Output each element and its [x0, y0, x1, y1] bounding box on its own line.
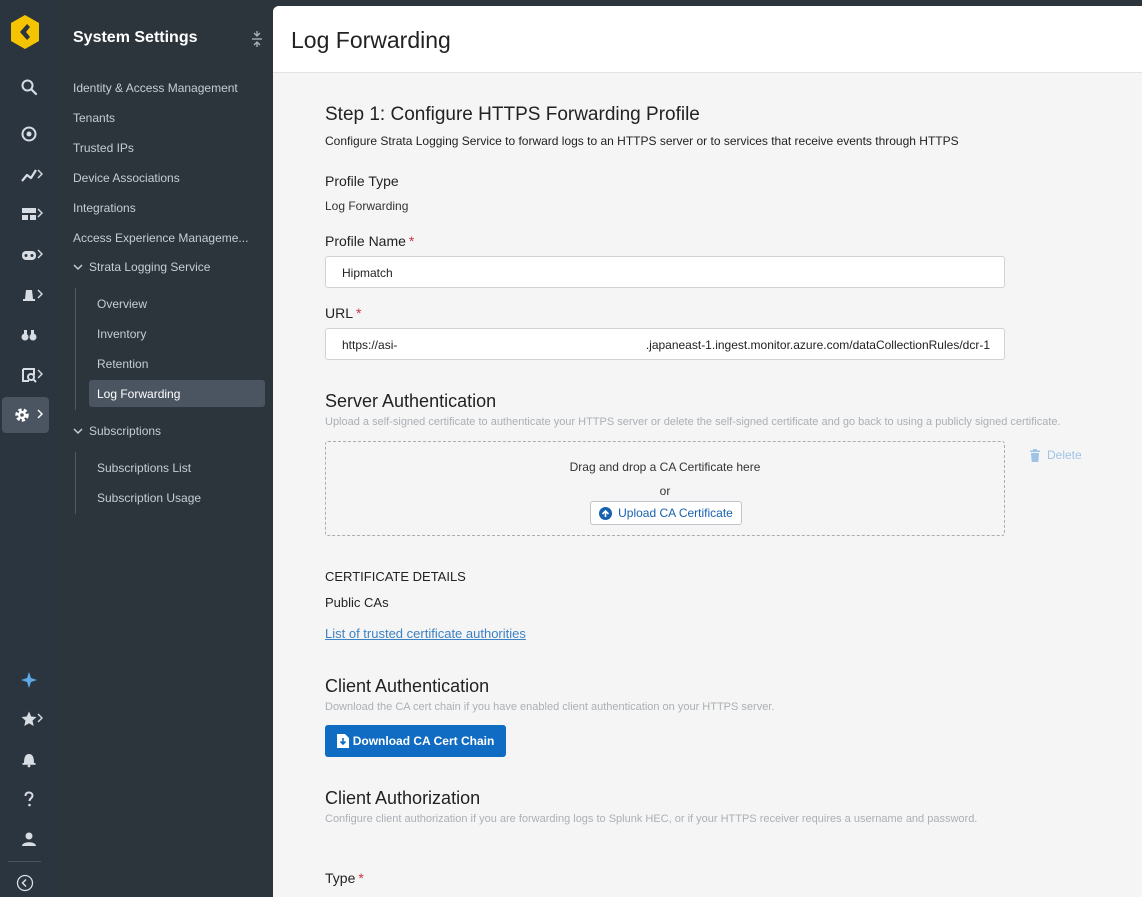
sidebar-group-subscriptions[interactable]: Subscriptions: [73, 424, 161, 438]
rail-divider: [8, 861, 41, 862]
sparkle-ai-icon[interactable]: [0, 662, 57, 698]
sidebar-group-label: Strata Logging Service: [89, 260, 211, 274]
sidebar-item-subscription-usage[interactable]: Subscription Usage: [97, 491, 201, 505]
required-mark: *: [356, 305, 362, 321]
tree-line: [75, 288, 76, 410]
dashboard-icon[interactable]: [0, 196, 57, 232]
target-icon[interactable]: [0, 116, 57, 152]
alert-bell-icon[interactable]: [0, 277, 57, 313]
delete-label: Delete: [1047, 448, 1082, 462]
sidebar-item-inventory[interactable]: Inventory: [97, 327, 146, 341]
sidebar-item-integrations[interactable]: Integrations: [73, 201, 136, 215]
server-auth-title: Server Authentication: [325, 391, 497, 411]
sidebar-item-tenants[interactable]: Tenants: [73, 111, 115, 125]
step-title: Step 1: Configure HTTPS Forwarding Profi…: [325, 104, 700, 125]
client-auth-description: Download the CA cert chain if you have e…: [325, 701, 775, 713]
required-mark: *: [408, 233, 415, 249]
chevron-down-icon: [73, 264, 83, 271]
step-description: Configure Strata Logging Service to forw…: [325, 134, 959, 148]
download-button-label: Download CA Cert Chain: [352, 734, 495, 748]
profile-name-label: Profile Name *: [325, 233, 414, 249]
url-value-end: .japaneast-1.ingest.monitor.azure.com/da…: [645, 338, 990, 352]
user-icon[interactable]: [0, 821, 57, 857]
url-input[interactable]: https://asi- .japaneast-1.ingest.monitor…: [325, 328, 1005, 360]
page-header: Log Forwarding: [273, 6, 1142, 73]
delete-certificate-button[interactable]: Delete: [1029, 448, 1082, 462]
collapse-rail-icon[interactable]: [0, 865, 57, 897]
trash-icon: [1030, 448, 1040, 462]
type-label: Type *: [325, 870, 364, 886]
search-icon[interactable]: [0, 69, 57, 105]
tree-line: [75, 452, 76, 514]
sidebar-item-access-experience[interactable]: Access Experience Manageme...: [73, 231, 248, 245]
bell-icon[interactable]: [0, 741, 57, 777]
profile-name-value: Hipmatch: [342, 266, 393, 280]
url-label-text: URL: [325, 305, 354, 321]
download-ca-cert-chain-button[interactable]: Download CA Cert Chain: [325, 725, 506, 757]
sidebar-title: System Settings: [73, 29, 198, 46]
settings-gear-icon[interactable]: [2, 397, 49, 433]
upload-icon: [599, 506, 613, 520]
certificate-details-heading: CERTIFICATE DETAILS: [325, 569, 466, 584]
profile-type-value: Log Forwarding: [325, 199, 409, 213]
profile-type-label: Profile Type: [325, 173, 399, 189]
help-icon[interactable]: [0, 781, 57, 817]
settings-sidebar: System Settings Identity & Access Manage…: [57, 0, 273, 897]
sidebar-item-retention[interactable]: Retention: [97, 357, 148, 371]
certificate-details-value: Public CAs: [325, 595, 389, 610]
server-auth-description: Upload a self-signed certificate to auth…: [325, 416, 1061, 428]
chevron-right-icon: [37, 249, 43, 259]
investigate-icon[interactable]: [0, 357, 57, 393]
client-authz-title: Client Authorization: [325, 788, 481, 808]
icon-rail: [0, 0, 57, 897]
chevron-right-icon: [37, 169, 43, 179]
upload-button-label: Upload CA Certificate: [618, 506, 733, 520]
gamepad-icon[interactable]: [0, 237, 57, 273]
binoculars-icon[interactable]: [0, 317, 57, 353]
collapse-sidebar-icon[interactable]: [250, 31, 264, 47]
profile-name-label-text: Profile Name: [325, 233, 406, 249]
url-value-start: https://asi-: [342, 338, 398, 352]
download-icon: [336, 734, 349, 748]
sidebar-item-subscriptions-list[interactable]: Subscriptions List: [97, 461, 191, 475]
chevron-right-icon: [37, 289, 43, 299]
logo-icon[interactable]: [10, 14, 40, 50]
trusted-ca-list-link[interactable]: List of trusted certificate authorities: [325, 626, 526, 641]
ca-certificate-dropzone[interactable]: Drag and drop a CA Certificate here or U…: [325, 441, 1005, 536]
dropzone-or: or: [659, 484, 671, 498]
sidebar-item-log-forwarding[interactable]: Log Forwarding: [89, 380, 265, 407]
chevron-down-icon: [73, 428, 83, 435]
dropzone-text: Drag and drop a CA Certificate here: [569, 460, 761, 474]
sidebar-item-trusted-ips[interactable]: Trusted IPs: [73, 141, 134, 155]
sidebar-item-identity-access[interactable]: Identity & Access Management: [73, 81, 238, 95]
star-icon[interactable]: [0, 701, 57, 737]
upload-ca-certificate-button[interactable]: Upload CA Certificate: [590, 501, 742, 525]
client-authz-description: Configure client authorization if you ar…: [325, 813, 978, 825]
chevron-right-icon: [37, 369, 43, 379]
page-title: Log Forwarding: [291, 27, 451, 53]
client-auth-title: Client Authentication: [325, 676, 490, 696]
analytics-icon[interactable]: [0, 157, 57, 193]
sidebar-group-strata-logging[interactable]: Strata Logging Service: [73, 260, 210, 274]
sidebar-group-label: Subscriptions: [89, 424, 162, 438]
type-label-text: Type: [325, 870, 356, 886]
profile-name-input[interactable]: Hipmatch: [325, 256, 1005, 288]
sidebar-item-device-associations[interactable]: Device Associations: [73, 171, 180, 185]
url-label: URL *: [325, 305, 361, 321]
required-mark: *: [358, 870, 364, 886]
chevron-right-icon: [37, 713, 43, 723]
main-content: Log Forwarding Step 1: Configure HTTPS F…: [273, 6, 1142, 897]
chevron-right-icon: [37, 409, 43, 419]
sidebar-item-overview[interactable]: Overview: [97, 297, 147, 311]
chevron-right-icon: [37, 208, 43, 218]
